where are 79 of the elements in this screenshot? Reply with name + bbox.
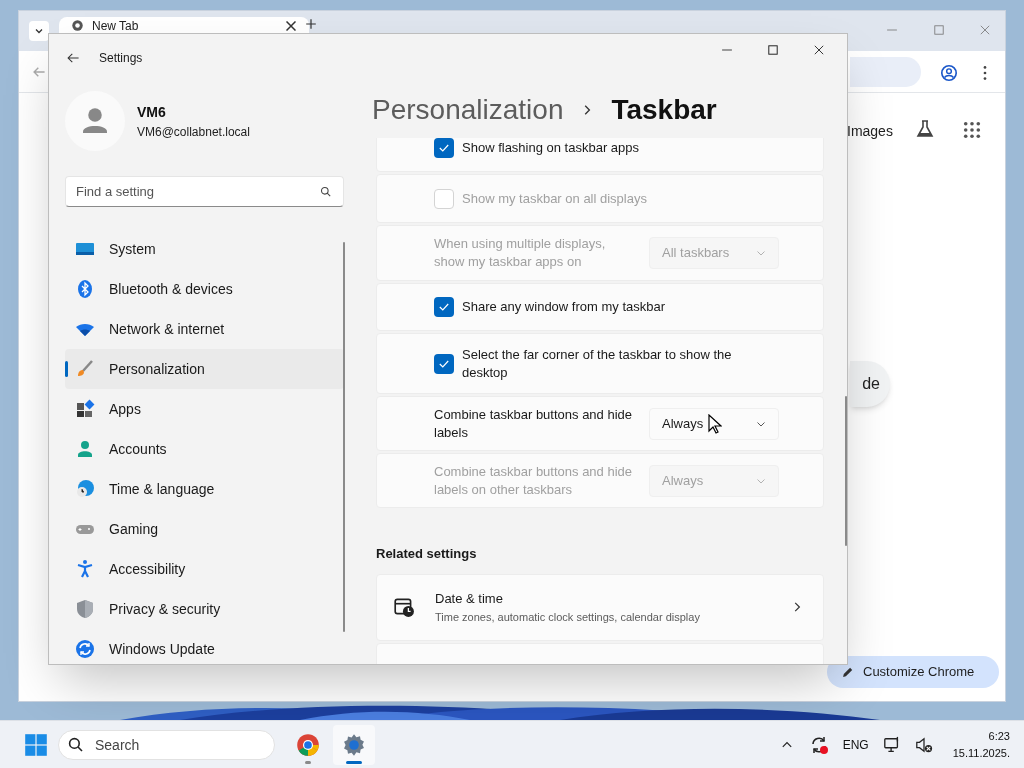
search-icon (320, 186, 332, 198)
gear-icon (342, 732, 366, 757)
chevron-down-icon (34, 26, 44, 36)
language-indicator[interactable]: ENG (842, 735, 869, 754)
window-title: Settings (99, 50, 143, 67)
flask-icon[interactable] (915, 119, 935, 139)
close-icon (978, 23, 992, 37)
person-icon (80, 106, 110, 136)
refresh-icon (75, 639, 95, 659)
scrollbar[interactable] (845, 396, 847, 546)
shield-icon (75, 599, 95, 619)
speaker-muted-icon[interactable] (914, 735, 933, 754)
profile-button[interactable] (939, 63, 959, 83)
globe-icon (71, 19, 84, 32)
checkmark-icon (438, 301, 450, 313)
accessibility-icon (75, 559, 95, 579)
more-icon (983, 65, 987, 81)
pencil-icon (841, 665, 855, 679)
plus-icon (305, 18, 317, 30)
calendar-clock-icon (393, 596, 415, 618)
tab-title: New Tab (92, 18, 139, 33)
setting-label: Combine taskbar buttons and hide labels (434, 405, 633, 442)
customize-chrome-button[interactable]: Customize Chrome (827, 656, 999, 688)
setting-label: When using multiple displays, show my taskbar apps on (434, 235, 607, 271)
user-email: VM6@collabnet.local (137, 123, 250, 141)
tab-close-button[interactable] (285, 19, 297, 32)
windows-logo-icon (24, 732, 48, 757)
bluetooth-icon (75, 279, 95, 299)
checkbox[interactable] (434, 138, 454, 158)
close-icon (812, 43, 826, 57)
scrollbar[interactable] (343, 242, 345, 632)
search-button[interactable]: de (850, 361, 890, 407)
chrome-icon (296, 732, 320, 757)
apps-icon (75, 399, 95, 419)
dropdown: All taskbars (649, 237, 779, 269)
nav-item[interactable]: Apps (65, 389, 344, 429)
nav-item[interactable]: Accessibility (65, 549, 344, 589)
settings-search-field[interactable]: Find a setting (65, 176, 344, 207)
person-icon (75, 439, 95, 459)
checkbox-label: Show flashing on taskbar apps (462, 139, 640, 157)
profile-icon (940, 64, 958, 82)
card-description: Time zones, automatic clock settings, calendar display (435, 609, 700, 625)
chevron-down-icon (756, 248, 766, 258)
checkbox-label: Show my taskbar on all displays (462, 189, 647, 208)
page-title: Taskbar (611, 93, 717, 127)
nav-item[interactable]: Accounts (65, 429, 344, 469)
checkbox-label: Select the far corner of the taskbar to show the desktop (462, 345, 733, 382)
paintbrush-icon (75, 359, 95, 379)
search-icon (68, 736, 84, 753)
close-icon (286, 20, 296, 31)
breadcrumb-link[interactable]: Personalization (372, 89, 564, 131)
maximize-icon (766, 43, 780, 57)
back-arrow-icon (32, 65, 46, 79)
user-name: VM6 (137, 102, 167, 122)
setting-label: Combine taskbar buttons and hide labels on other taskbars (434, 462, 633, 499)
related-setting-card[interactable]: Date & time Time zones, automatic clock settings, calendar display (376, 573, 824, 641)
tab-search-button[interactable] (29, 21, 49, 41)
nav-item[interactable]: Windows Update (65, 629, 344, 664)
card-title: Date & time (435, 590, 504, 608)
checkbox-label: Share any window from my taskbar (462, 298, 666, 316)
taskbar-app-button[interactable] (333, 724, 375, 765)
nav-item[interactable]: Personalization (65, 349, 344, 389)
checkmark-icon (438, 142, 450, 154)
section-heading: Related settings (376, 545, 478, 563)
mouse-cursor-icon (708, 414, 722, 434)
clock-date[interactable]: 15.11.2025. (952, 744, 1010, 761)
dropdown[interactable]: Always (649, 407, 779, 440)
back-arrow-icon (66, 51, 80, 65)
network-icon[interactable] (882, 735, 901, 754)
clock-globe-icon (75, 479, 95, 499)
images-link[interactable]: Images (847, 121, 893, 142)
clock-time[interactable]: 6:23 (988, 728, 1010, 745)
taskbar-search-field[interactable]: Search (58, 729, 275, 760)
new-tab-button[interactable] (303, 16, 319, 32)
maximize-icon (932, 23, 946, 37)
checkbox[interactable] (434, 297, 454, 317)
apps-grid-icon[interactable] (963, 121, 981, 139)
dropdown: Always (649, 464, 779, 497)
checkbox[interactable] (434, 353, 454, 374)
